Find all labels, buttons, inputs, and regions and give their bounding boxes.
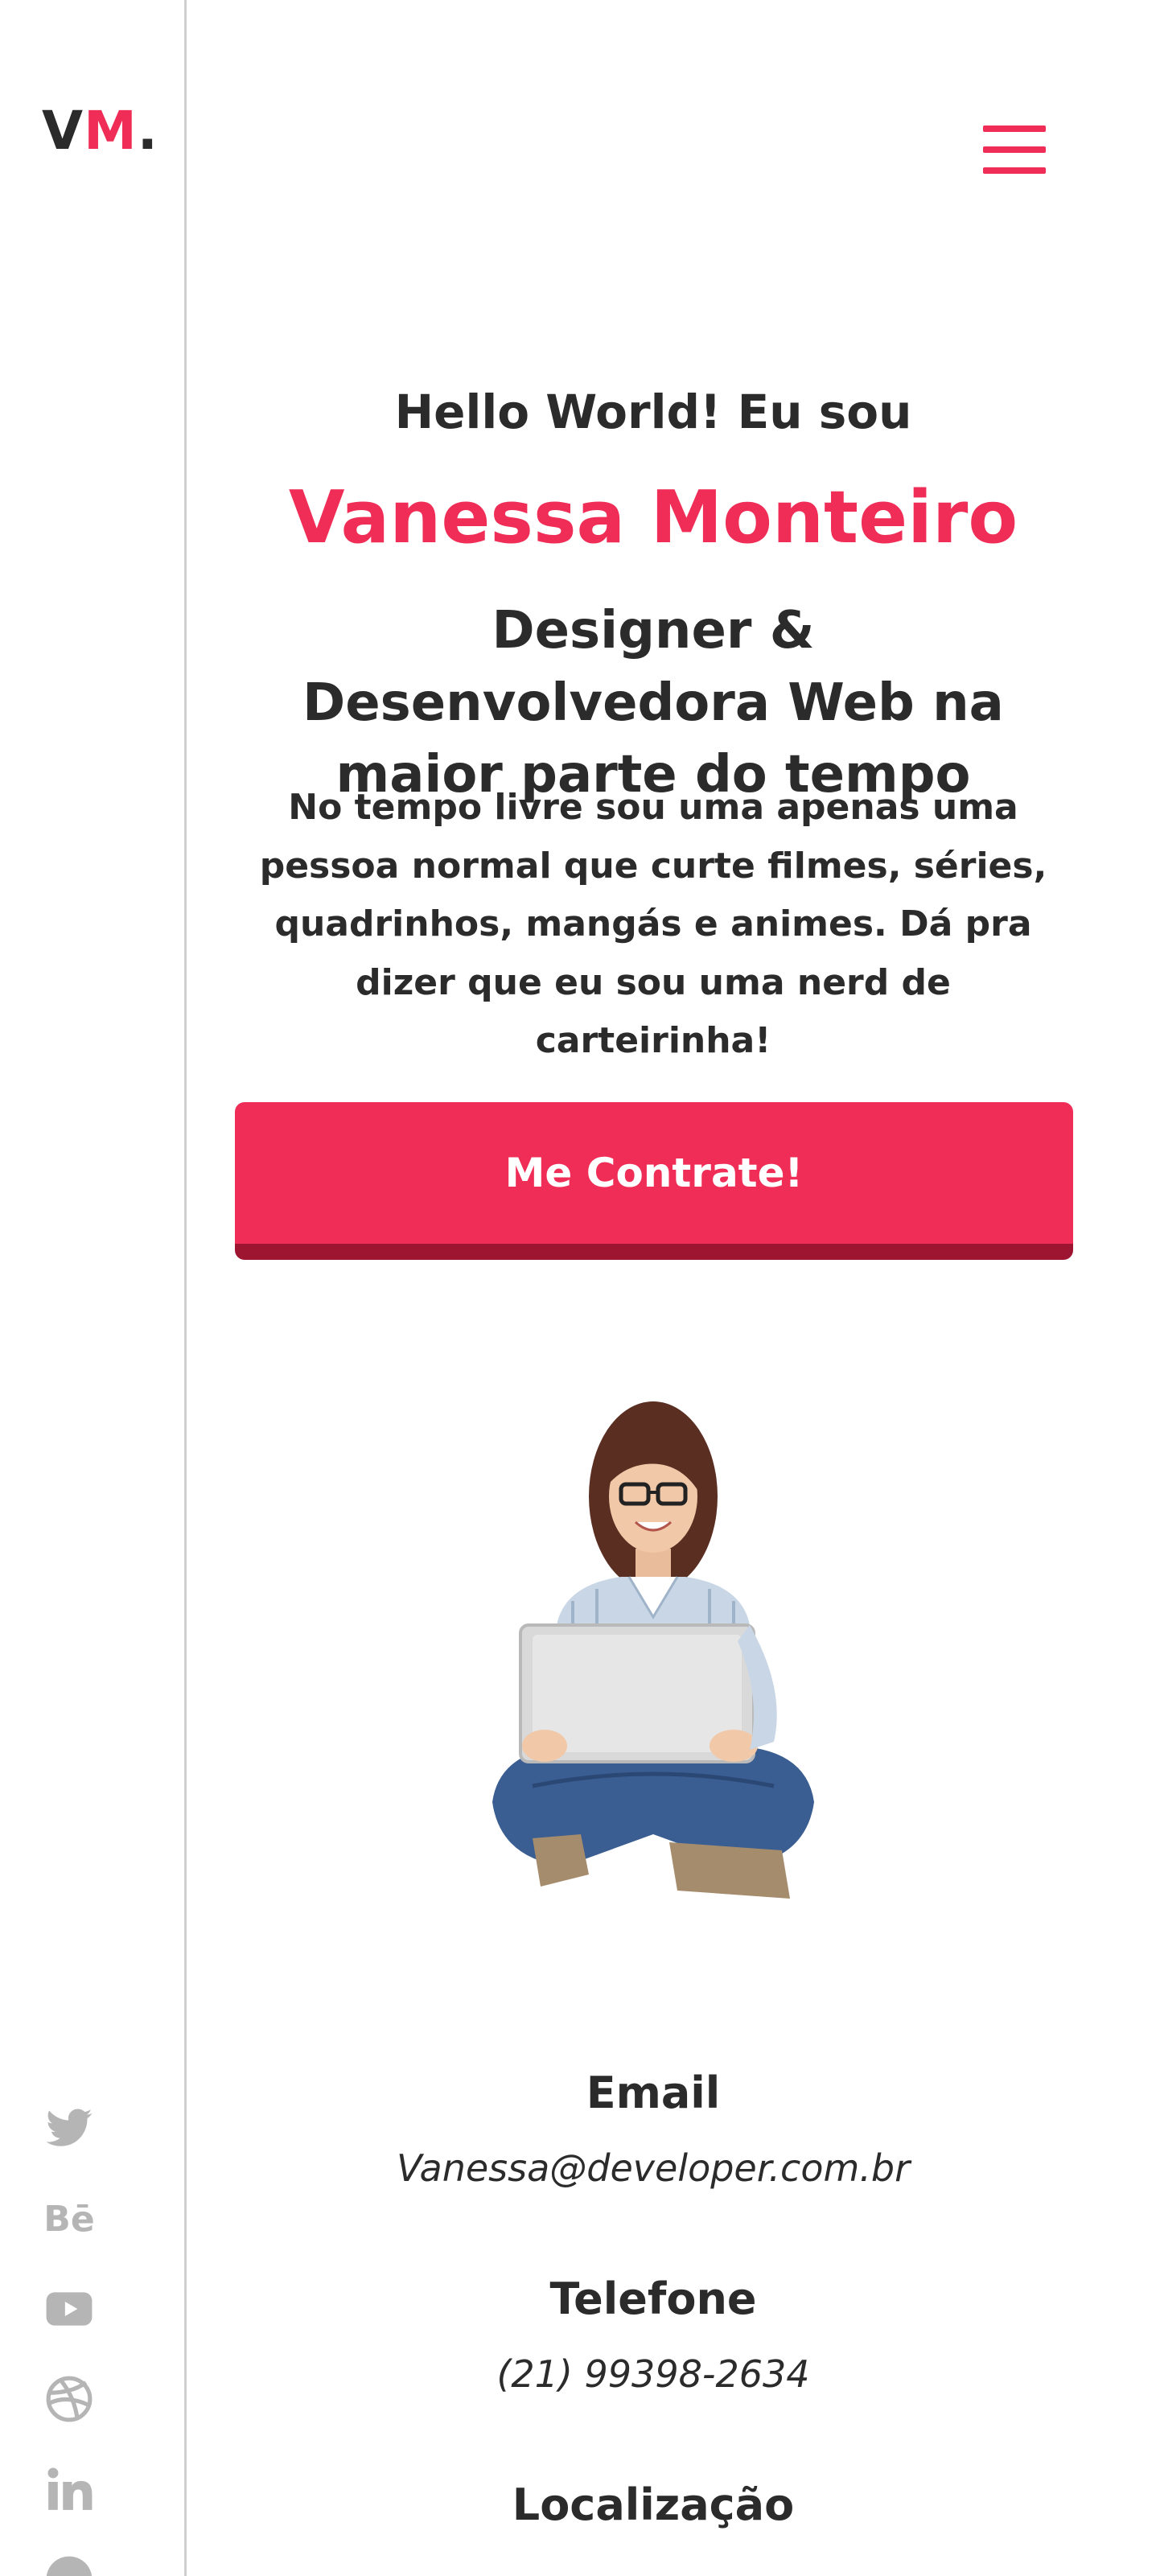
logo-prefix: V xyxy=(42,100,84,162)
behance-icon[interactable]: Bē xyxy=(40,2190,98,2248)
twitter-icon[interactable] xyxy=(40,2100,98,2158)
hero-bio: No tempo livre sou uma apenas uma pessoa… xyxy=(259,787,1047,1062)
menu-bar xyxy=(983,146,1046,153)
social-links: Bē xyxy=(40,2100,98,2576)
location-label: Localização xyxy=(512,2479,795,2530)
logo[interactable]: VM. xyxy=(42,105,158,158)
email-value[interactable]: Vanessa@developer.com.br xyxy=(187,2146,1120,2191)
hero-greeting: Hello World! Eu sou xyxy=(394,385,912,439)
menu-bar xyxy=(983,126,1046,132)
hero-name: Vanessa Monteiro xyxy=(288,475,1018,560)
hamburger-menu-icon[interactable] xyxy=(983,126,1046,174)
dribbble-icon[interactable] xyxy=(40,2370,98,2428)
linkedin-icon[interactable] xyxy=(40,2460,98,2518)
phone-value[interactable]: (21) 99398-2634 xyxy=(187,2352,1120,2397)
hire-me-button[interactable]: Me Contrate! xyxy=(235,1102,1073,1260)
youtube-icon[interactable] xyxy=(40,2280,98,2338)
sidebar: VM. Bē xyxy=(0,0,187,2576)
profile-illustration xyxy=(492,1401,814,1899)
behance-label: Bē xyxy=(43,2198,95,2240)
email-label: Email xyxy=(586,2068,721,2118)
menu-bar xyxy=(983,167,1046,174)
phone-label: Telefone xyxy=(549,2274,757,2324)
page: VM. Bē Hello World! Eu sou Vanessa Monte… xyxy=(0,0,1160,2576)
logo-accent: M xyxy=(84,100,138,162)
github-icon[interactable] xyxy=(40,2550,98,2576)
logo-suffix: . xyxy=(137,100,158,162)
